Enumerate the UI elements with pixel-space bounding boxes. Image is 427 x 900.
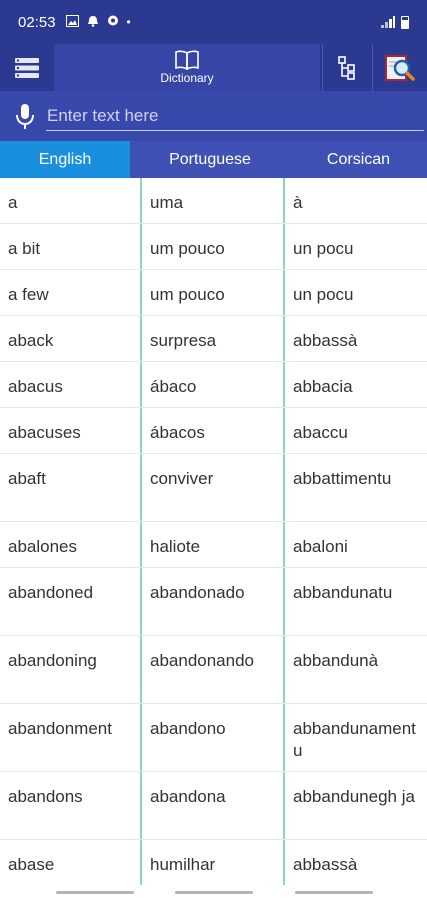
portuguese-cell: um pouco bbox=[142, 224, 285, 269]
portuguese-cell: ábacos bbox=[142, 408, 285, 453]
table-row[interactable]: abandoning abandonando abbandunà bbox=[0, 636, 427, 704]
dictionary-label: Dictionary bbox=[160, 71, 214, 85]
signal-icon bbox=[381, 16, 395, 28]
corsican-cell: abbandunegh ja bbox=[293, 787, 415, 806]
english-cell: abandoned bbox=[0, 568, 142, 635]
corsican-cell: abbattimentu bbox=[293, 469, 392, 488]
english-cell: abacus bbox=[0, 362, 142, 407]
microphone-icon[interactable] bbox=[14, 103, 36, 131]
table-row[interactable]: abaft conviver abbattimentu bbox=[0, 454, 427, 522]
corsican-cell: un pocu bbox=[293, 285, 354, 304]
english-cell: abaft bbox=[0, 454, 142, 521]
tab-english[interactable]: English bbox=[0, 141, 130, 178]
table-row[interactable]: abandonment abandono abbandunamentu bbox=[0, 704, 427, 772]
tab-corsican[interactable]: Corsican bbox=[290, 141, 427, 178]
portuguese-cell: um pouco bbox=[142, 270, 285, 315]
corsican-cell: abbandunà bbox=[293, 651, 379, 670]
system-nav-bar bbox=[0, 885, 427, 900]
english-cell: a bbox=[0, 178, 142, 223]
english-cell: abalones bbox=[0, 522, 142, 567]
status-time: 02:53 bbox=[18, 13, 56, 31]
table-row[interactable]: abandoned abandonado abbandunatu bbox=[0, 568, 427, 636]
language-tabs: English Portuguese Corsican bbox=[0, 141, 427, 178]
magnifier-book-icon bbox=[385, 54, 415, 81]
table-row[interactable]: a few um pouco un pocu bbox=[0, 270, 427, 316]
table-row[interactable]: abalones haliote abaloni bbox=[0, 522, 427, 568]
search-bar bbox=[0, 91, 427, 141]
corsican-cell: abbassà bbox=[293, 331, 358, 350]
table-row[interactable]: a bit um pouco un pocu bbox=[0, 224, 427, 270]
corsican-cell: abbandunatu bbox=[293, 583, 393, 602]
corsican-cell: à bbox=[293, 193, 303, 212]
tab-portuguese[interactable]: Portuguese bbox=[130, 141, 290, 178]
portuguese-cell: abandonando bbox=[142, 636, 285, 703]
portuguese-cell: conviver bbox=[142, 454, 285, 521]
status-dot: • bbox=[126, 15, 131, 29]
nav-home[interactable] bbox=[175, 891, 253, 894]
corsican-cell: abbacia bbox=[293, 377, 353, 396]
dictionary-search-button[interactable] bbox=[372, 44, 427, 91]
word-table: a uma à a bit um pouco un pocu a few um … bbox=[0, 178, 427, 885]
english-cell: abase bbox=[0, 840, 142, 885]
corsican-cell: abbandunamentu bbox=[293, 719, 416, 760]
english-cell: a bit bbox=[0, 224, 142, 269]
nav-back[interactable] bbox=[295, 891, 373, 894]
portuguese-cell: uma bbox=[142, 178, 285, 223]
chat-icon bbox=[107, 15, 119, 30]
nav-recents[interactable] bbox=[56, 891, 134, 894]
portuguese-cell: abandona bbox=[142, 772, 285, 839]
book-icon bbox=[175, 50, 199, 70]
tree-icon bbox=[337, 55, 355, 80]
notification-icon bbox=[87, 15, 99, 30]
corsican-cell: abaccu bbox=[293, 423, 348, 442]
menu-button[interactable] bbox=[0, 44, 54, 91]
image-icon bbox=[65, 14, 79, 30]
portuguese-cell: abandono bbox=[142, 704, 285, 771]
corsican-cell: abaloni bbox=[293, 537, 348, 556]
english-cell: abandonment bbox=[0, 704, 142, 771]
list-menu-icon bbox=[15, 57, 39, 78]
portuguese-cell: abandonado bbox=[142, 568, 285, 635]
table-row[interactable]: abacus ábaco abbacia bbox=[0, 362, 427, 408]
dictionary-tab[interactable]: Dictionary bbox=[54, 44, 320, 91]
english-cell: abandons bbox=[0, 772, 142, 839]
table-row[interactable]: abacuses ábacos abaccu bbox=[0, 408, 427, 454]
table-row[interactable]: abandons abandona abbandunegh ja bbox=[0, 772, 427, 840]
english-cell: abandoning bbox=[0, 636, 142, 703]
portuguese-cell: humilhar bbox=[142, 840, 285, 885]
english-cell: a few bbox=[0, 270, 142, 315]
portuguese-cell: ábaco bbox=[142, 362, 285, 407]
english-cell: abacuses bbox=[0, 408, 142, 453]
tree-button[interactable] bbox=[322, 44, 370, 91]
corsican-cell: abbassà bbox=[293, 855, 358, 874]
app-bar: Dictionary bbox=[0, 44, 427, 91]
english-cell: aback bbox=[0, 316, 142, 361]
corsican-cell: un pocu bbox=[293, 239, 354, 258]
portuguese-cell: surpresa bbox=[142, 316, 285, 361]
battery-icon bbox=[401, 15, 409, 29]
status-bar: 02:53 • bbox=[0, 0, 427, 44]
search-input[interactable] bbox=[46, 101, 424, 131]
table-row[interactable]: a uma à bbox=[0, 178, 427, 224]
table-row[interactable]: abase humilhar abbassà bbox=[0, 840, 427, 885]
table-row[interactable]: aback surpresa abbassà bbox=[0, 316, 427, 362]
portuguese-cell: haliote bbox=[142, 522, 285, 567]
